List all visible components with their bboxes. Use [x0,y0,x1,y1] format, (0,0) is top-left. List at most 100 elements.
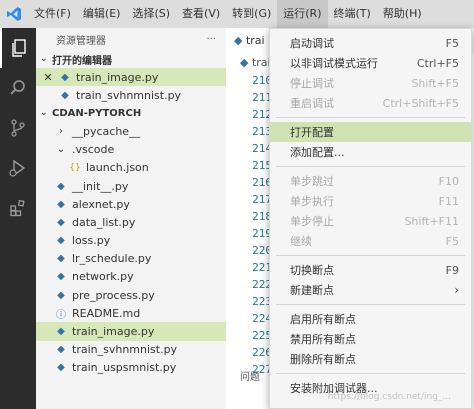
python-file-icon: ◆ [240,56,249,69]
menu-continue: 继续 F5 [270,231,471,251]
menu-item-label: 重启调试 [290,97,334,110]
menu-enable-all-breakpoints[interactable]: 启用所有断点 [270,309,471,329]
file-item[interactable]: ◆ network.py [36,268,226,286]
menu-start-debugging[interactable]: 启动调试 F5 [270,33,471,53]
line-number: 221 [252,261,272,274]
python-file-icon: ◆ [57,289,65,301]
menu-item-label: 启动调试 [290,37,334,50]
project-section[interactable]: ⌄ CDAN-PYTORCH [36,104,226,122]
file-item[interactable]: ◆ __init__.py [36,177,226,195]
menu-file[interactable]: 文件(F) [28,0,77,28]
open-editor-item[interactable]: ✕ ◆ train_image.py [36,68,226,87]
file-item[interactable]: ◆ pre_process.py [36,286,226,304]
folder-item[interactable]: ⌄ .vscode [36,141,226,159]
extensions-icon[interactable] [0,188,36,228]
chevron-down-icon: ⌄ [56,144,66,156]
menu-edit[interactable]: 编辑(E) [77,0,127,28]
menu-item-shortcut: F9 [445,263,459,277]
open-editor-label: train_svhnmnist.py [76,88,182,102]
open-editors-section[interactable]: ⌄ 打开的编辑器 [36,50,226,68]
open-editors-title: 打开的编辑器 [52,55,112,67]
explorer-title: 资源管理器 [56,35,106,47]
file-label: pre_process.py [72,288,155,302]
folder-item[interactable]: › __pycache__ [36,122,226,140]
editor-tab[interactable]: ◆ trai [226,28,273,54]
more-actions-icon[interactable]: ··· [206,34,216,45]
menu-item-label: 以非调试模式运行 [290,57,378,70]
editor-tab-label: trai [245,34,265,47]
search-icon[interactable] [0,68,36,108]
source-control-icon[interactable] [0,108,36,148]
menu-run[interactable]: 运行(R) [277,0,328,28]
line-number: 214 [252,142,272,155]
menu-help[interactable]: 帮助(H) [377,0,428,28]
menu-separator [276,304,465,305]
menu-selection[interactable]: 选择(S) [126,0,176,28]
open-editor-item[interactable]: ◆ train_svhnmnist.py [36,86,226,104]
line-number: 225 [252,329,272,342]
menu-separator [276,255,465,256]
menu-view[interactable]: 查看(V) [176,0,226,28]
file-item[interactable]: ◆ alexnet.py [36,195,226,213]
line-number: 226 [252,346,272,359]
file-label: train_uspsmnist.py [72,361,177,375]
line-number: 224 [252,312,272,325]
menu-remove-all-breakpoints[interactable]: 删除所有断点 [270,349,471,369]
folder-label: __pycache__ [72,124,141,138]
file-item[interactable]: {} launch.json [36,159,226,177]
folder-label: .vscode [72,143,115,157]
file-item[interactable]: ◆ lr_schedule.py [36,250,226,268]
file-item[interactable]: ◆ train_uspsmnist.py [36,359,226,377]
menu-stop-debugging: 停止调试 Shift+F5 [270,73,471,93]
project-title: CDAN-PYTORCH [52,107,142,119]
file-item[interactable]: ◆ loss.py [36,232,226,250]
line-number: 217 [252,193,272,206]
python-file-icon: ◆ [57,216,65,228]
menu-item-shortcut: F10 [438,174,459,188]
menu-item-shortcut: F11 [438,194,459,208]
file-label: loss.py [72,234,111,248]
line-number-gutter: 210 211 212 213 214 215 216 217 218 219 … [242,72,272,378]
activity-bar [0,28,36,409]
menu-add-configuration[interactable]: 添加配置... [270,142,471,162]
menu-item-label: 启用所有断点 [290,313,356,326]
menu-run-without-debugging[interactable]: 以非调试模式运行 Ctrl+F5 [270,53,471,73]
line-number: 222 [252,278,272,291]
info-icon: ⓘ [56,309,66,321]
menu-terminal[interactable]: 终端(T) [328,0,377,28]
menu-restart-debugging: 重启调试 Ctrl+Shift+F5 [270,93,471,113]
menu-go[interactable]: 转到(G) [226,0,277,28]
menu-disable-all-breakpoints[interactable]: 禁用所有断点 [270,329,471,349]
python-file-icon: ◆ [57,198,65,210]
menu-item-label: 单步跳过 [290,175,334,188]
file-label: README.md [72,306,141,320]
menu-open-configurations[interactable]: 打开配置 [270,122,471,142]
panel-tab-problems[interactable]: 问题 [240,368,260,383]
menu-item-label: 单步执行 [290,195,334,208]
menu-step-over: 单步跳过 F10 [270,171,471,191]
file-item[interactable]: ◆ train_svhnmnist.py [36,341,226,359]
menu-toggle-breakpoint[interactable]: 切换断点 F9 [270,260,471,280]
python-file-icon: ◆ [57,253,65,265]
menu-item-shortcut: Ctrl+F5 [416,56,459,70]
close-icon[interactable]: ✕ [42,71,54,84]
file-item[interactable]: ⓘ README.md [36,304,226,322]
line-number: 218 [252,210,272,223]
menu-item-label: 新建断点 [290,284,334,297]
menu-item-label: 继续 [290,235,312,248]
menu-new-breakpoint[interactable]: 新建断点 › [270,280,471,300]
run-menu-dropdown: 启动调试 F5 以非调试模式运行 Ctrl+F5 停止调试 Shift+F5 重… [269,28,472,409]
menu-item-shortcut: Ctrl+Shift+F5 [382,96,459,110]
menu-item-shortcut: F5 [445,234,459,248]
file-label: train_image.py [72,325,155,339]
run-debug-icon[interactable] [0,148,36,188]
file-item[interactable]: ◆ data_list.py [36,213,226,231]
menu-item-label: 单步停止 [290,215,334,228]
file-item-selected[interactable]: ◆ train_image.py [36,322,226,341]
python-file-icon: ◆ [57,326,65,338]
menu-item-shortcut: Shift+F5 [411,76,459,90]
explorer-icon[interactable] [0,28,36,68]
menu-separator [276,117,465,118]
line-number: 211 [252,91,272,104]
menu-item-shortcut: F5 [445,36,459,50]
